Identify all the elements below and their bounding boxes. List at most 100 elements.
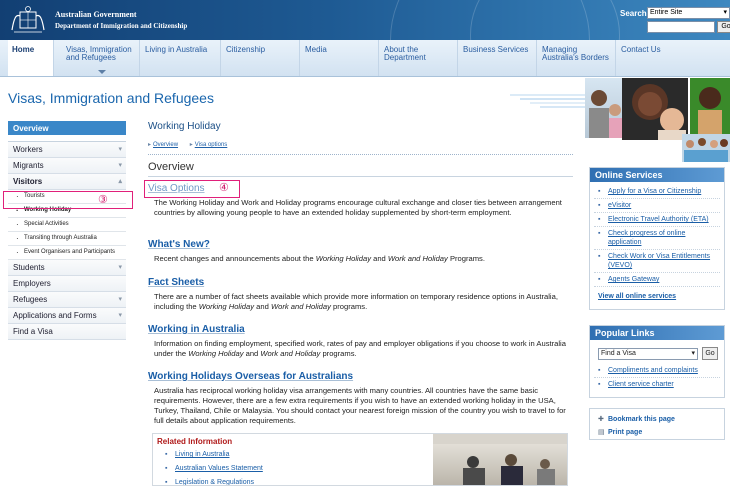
coat-of-arms-icon[interactable] bbox=[8, 4, 48, 36]
left-nav-label: Workers bbox=[13, 145, 43, 154]
main-navigation: Home Visas, Immigration and Refugees Liv… bbox=[0, 40, 730, 77]
nav-item-contact[interactable]: Contact Us bbox=[617, 40, 695, 76]
left-nav-label: Visitors bbox=[13, 177, 43, 186]
callout-number-4: ④ bbox=[219, 182, 229, 194]
popular-links-select[interactable]: Find a Visa ▾ bbox=[598, 348, 698, 360]
page-title: Visas, Immigration and Refugees bbox=[8, 90, 214, 106]
print-label: Print page bbox=[608, 429, 643, 436]
whats-new-link[interactable]: What's New? bbox=[148, 239, 573, 250]
overseas-section: Working Holidays Overseas for Australian… bbox=[148, 371, 573, 426]
text-run: programs. bbox=[330, 302, 368, 311]
working-in-australia-text: Information on finding employment, speci… bbox=[148, 339, 573, 359]
working-in-australia-link[interactable]: Working in Australia bbox=[148, 324, 573, 335]
text-run: Programs. bbox=[447, 254, 485, 263]
text-run: Working Holiday bbox=[198, 302, 255, 311]
photo-girl bbox=[690, 78, 730, 136]
left-nav-event-organisers[interactable]: Event Organisers and Participants bbox=[8, 246, 126, 260]
nav-item-citizenship[interactable]: Citizenship bbox=[222, 40, 300, 76]
related-photo bbox=[433, 434, 567, 485]
breadcrumb-visa-options[interactable]: Visa options bbox=[190, 142, 228, 148]
chevron-down-icon: ▾ bbox=[118, 146, 122, 153]
divider bbox=[594, 226, 720, 227]
chevron-down-icon: ▾ bbox=[118, 312, 122, 319]
popular-links-go-button[interactable]: Go bbox=[702, 347, 718, 360]
search-scope-value: Entire Site bbox=[650, 9, 683, 16]
left-nav-label: Migrants bbox=[13, 161, 44, 170]
printer-icon: ▤ bbox=[598, 429, 605, 436]
search-scope-select[interactable]: Entire Site ▾ bbox=[647, 7, 730, 19]
site-header: Australian Government Department of Immi… bbox=[0, 0, 730, 40]
overseas-link[interactable]: Working Holidays Overseas for Australian… bbox=[148, 371, 573, 382]
text-run: Work and Holiday bbox=[270, 302, 331, 311]
breadcrumb-overview[interactable]: Overview bbox=[148, 142, 178, 148]
nav-item-borders[interactable]: Managing Australia's Borders bbox=[538, 40, 616, 76]
plus-icon: ✚ bbox=[598, 416, 604, 423]
left-nav-employers[interactable]: Employers bbox=[8, 276, 126, 292]
left-nav-transiting[interactable]: Transiting through Australia bbox=[8, 232, 126, 246]
online-link-agents[interactable]: Agents Gateway bbox=[590, 275, 724, 284]
callout-box-3 bbox=[3, 191, 133, 209]
nav-item-living[interactable]: Living in Australia bbox=[141, 40, 221, 76]
online-link-vevo[interactable]: Check Work or Visa Entitlements (VEVO) bbox=[590, 252, 724, 270]
related-link-living[interactable]: Living in Australia bbox=[165, 451, 230, 458]
popular-links-panel: Popular Links Find a Visa ▾ Go Complimen… bbox=[589, 325, 725, 398]
visa-options-text: The Working Holiday and Work and Holiday… bbox=[154, 198, 562, 217]
whats-new-text: Recent changes and announcements about t… bbox=[148, 254, 573, 264]
divider bbox=[594, 272, 720, 273]
left-nav-overview[interactable]: Overview bbox=[8, 121, 126, 135]
text-run: Working Holiday bbox=[315, 254, 371, 263]
left-nav-applications[interactable]: Applications and Forms ▾ bbox=[8, 308, 126, 324]
view-all-online-services-link[interactable]: View all online services bbox=[590, 289, 724, 304]
left-nav-find-visa[interactable]: Find a Visa bbox=[8, 324, 126, 340]
section-title: Working Holiday bbox=[148, 121, 221, 132]
nav-item-about[interactable]: About the Department bbox=[380, 40, 458, 76]
popular-link-compliments[interactable]: Compliments and complaints bbox=[590, 366, 724, 375]
text-run: Working Holiday bbox=[188, 349, 244, 358]
callout-number-3: ③ bbox=[98, 194, 108, 206]
working-in-australia-section: Working in Australia Information on find… bbox=[148, 324, 573, 359]
chevron-down-icon: ▾ bbox=[691, 350, 695, 357]
left-nav-visitors[interactable]: Visitors ▴ bbox=[8, 174, 126, 190]
related-link-legislation[interactable]: Legislation & Regulations bbox=[165, 479, 254, 485]
left-nav-refugees[interactable]: Refugees ▾ bbox=[8, 292, 126, 308]
left-nav-label: Find a Visa bbox=[13, 327, 53, 336]
text-run: Work and Holiday bbox=[387, 254, 448, 263]
text-run: and bbox=[371, 254, 388, 263]
fact-sheets-link[interactable]: Fact Sheets bbox=[148, 277, 573, 288]
online-link-evisitor[interactable]: eVisitor bbox=[590, 201, 724, 210]
popular-link-charter[interactable]: Client service charter bbox=[590, 380, 724, 389]
nav-item-media[interactable]: Media bbox=[301, 40, 379, 76]
print-page-link[interactable]: ▤ Print page bbox=[598, 428, 642, 436]
nav-item-home[interactable]: Home bbox=[8, 40, 54, 76]
left-nav-label: Applications and Forms bbox=[13, 311, 97, 320]
search-go-button[interactable]: Go bbox=[717, 21, 730, 33]
search-label: Search bbox=[620, 9, 647, 18]
left-nav-workers[interactable]: Workers ▾ bbox=[8, 142, 126, 158]
breadcrumb: Overview Visa options bbox=[148, 141, 237, 148]
divider bbox=[148, 176, 573, 177]
left-nav-students[interactable]: Students ▾ bbox=[8, 260, 126, 276]
left-nav-migrants[interactable]: Migrants ▾ bbox=[8, 158, 126, 174]
nav-item-business[interactable]: Business Services bbox=[459, 40, 537, 76]
left-nav-special-activities[interactable]: Special Activities bbox=[8, 218, 126, 232]
photo-people bbox=[585, 78, 625, 138]
search-input[interactable] bbox=[647, 21, 715, 33]
online-link-eta[interactable]: Electronic Travel Authority (ETA) bbox=[590, 215, 724, 224]
online-services-title: Online Services bbox=[590, 168, 724, 182]
online-link-apply[interactable]: Apply for a Visa or Citizenship bbox=[590, 187, 724, 196]
divider bbox=[148, 154, 573, 155]
photo-woman-child bbox=[622, 78, 688, 140]
bookmark-page-link[interactable]: ✚ Bookmark this page bbox=[598, 415, 675, 423]
left-nav-list: Workers▾ Migrants▾ Visitors▴ Tourists Wo… bbox=[8, 141, 126, 340]
department-name: Department of Immigration and Citizenshi… bbox=[55, 22, 188, 30]
photo-group bbox=[682, 134, 730, 162]
divider bbox=[594, 249, 720, 250]
related-information-box: Related Information Living in Australia … bbox=[152, 433, 568, 486]
active-nav-pointer bbox=[98, 70, 106, 74]
online-link-progress[interactable]: Check progress of online application bbox=[590, 229, 724, 247]
divider bbox=[594, 212, 720, 213]
fact-sheets-section: Fact Sheets There are a number of fact s… bbox=[148, 277, 573, 312]
related-link-values[interactable]: Australian Values Statement bbox=[165, 465, 263, 472]
text-run: and bbox=[254, 302, 271, 311]
divider bbox=[594, 198, 720, 199]
